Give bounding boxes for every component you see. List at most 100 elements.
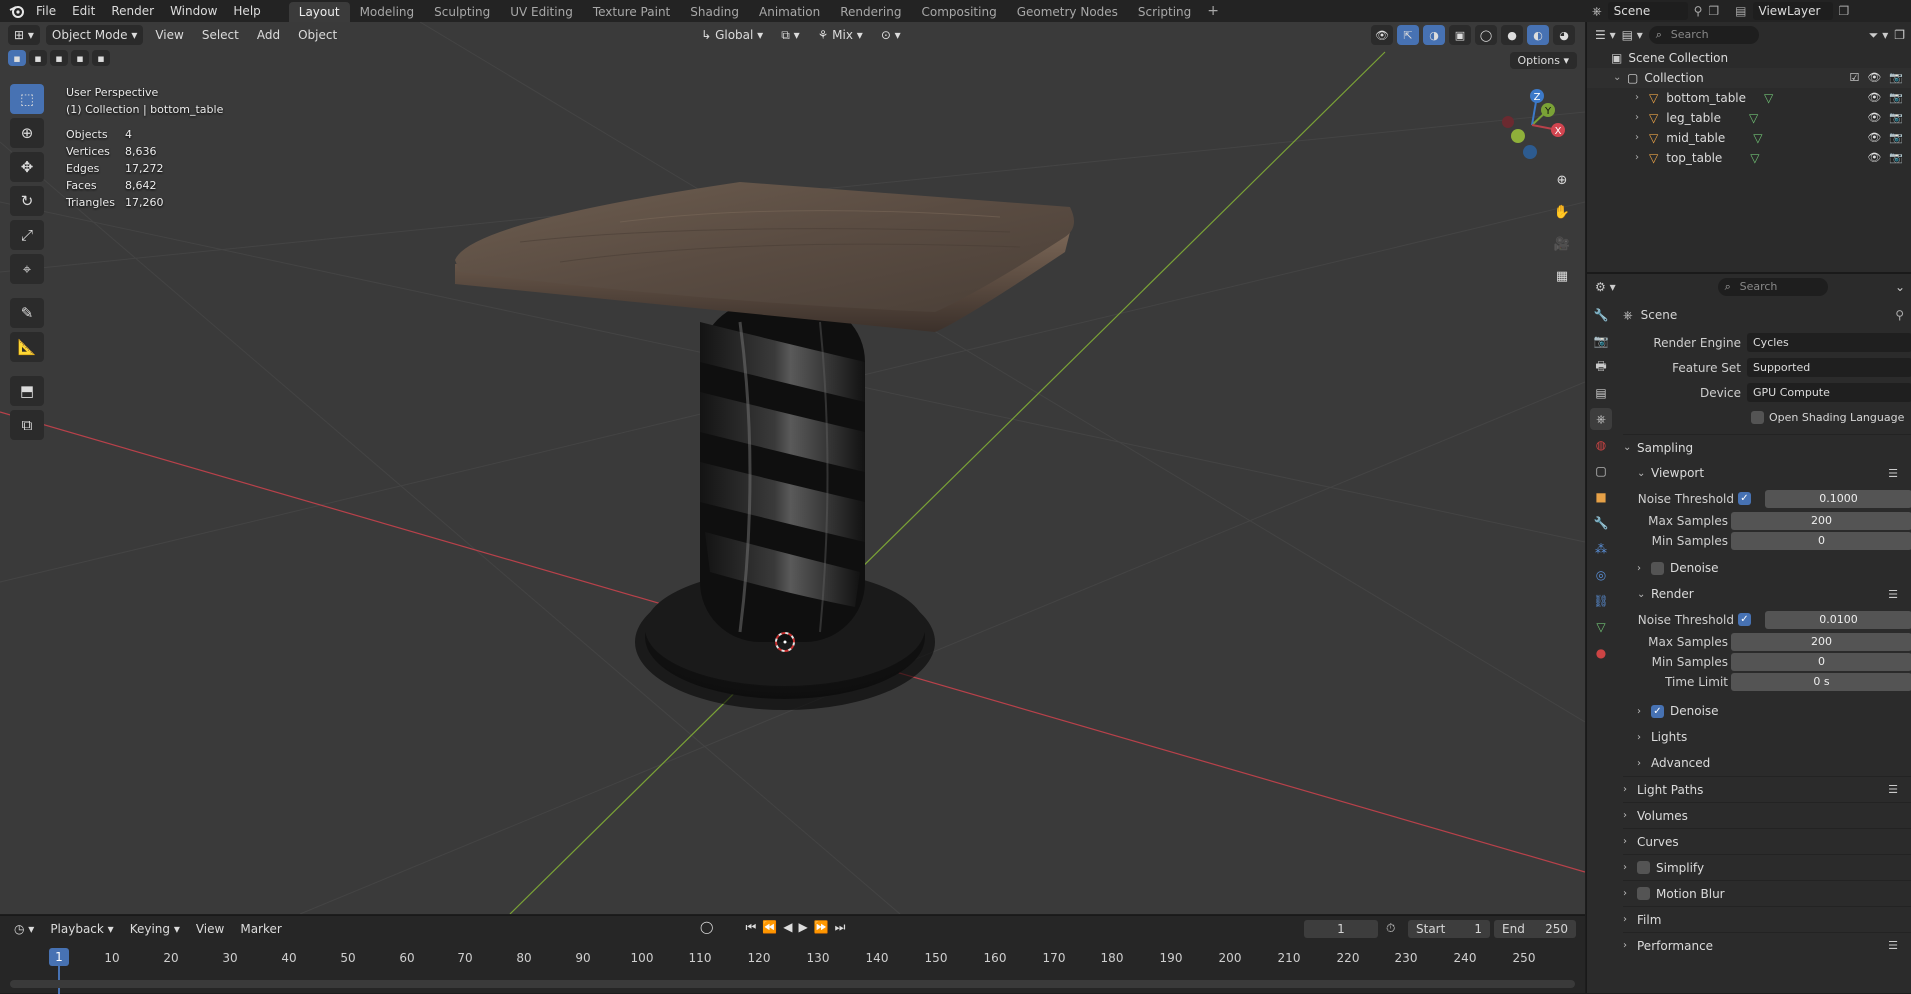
r-max-samples-field[interactable]: 200	[1731, 633, 1911, 651]
timeline-scrollbar[interactable]	[10, 980, 1575, 988]
jump-end-icon[interactable]: ⏭	[835, 920, 846, 935]
zoom-icon[interactable]: ⊕	[1550, 168, 1574, 192]
visibility-icon[interactable]: 👁	[1371, 25, 1393, 45]
visibility-eye-icon[interactable]: 👁	[1867, 68, 1881, 88]
annotate-tool-icon[interactable]: ✎	[10, 298, 44, 328]
rendered-shading-icon[interactable]: ◕	[1553, 25, 1575, 45]
new-scene-icon[interactable]: ❐	[1708, 4, 1719, 18]
advanced-subpanel-header[interactable]: › Advanced	[1623, 750, 1911, 776]
material-shading-icon[interactable]: ◐	[1527, 25, 1549, 45]
presets-list-icon[interactable]: ☰	[1888, 467, 1898, 480]
simplify-checkbox[interactable]	[1637, 861, 1650, 874]
curves-panel-header[interactable]: › Curves	[1623, 828, 1911, 854]
menu-select[interactable]: Select	[196, 25, 245, 45]
ortho-grid-icon[interactable]: ▦	[1550, 264, 1574, 288]
menu-timeline-view[interactable]: View	[190, 919, 230, 939]
menu-add[interactable]: Add	[251, 25, 286, 45]
proportional-editing-button[interactable]: ⊙ ▾	[875, 25, 907, 45]
tab-compositing[interactable]: Compositing	[911, 2, 1006, 22]
timer-icon[interactable]: ⏱	[1386, 921, 1395, 936]
viewlayer-icon[interactable]: ▤	[1735, 4, 1746, 18]
output-tab-icon[interactable]: 🖶	[1590, 356, 1612, 378]
transform-tool-icon[interactable]: ⌖	[10, 254, 44, 284]
gizmo-toggle-icon[interactable]: ⇱	[1397, 25, 1419, 45]
view-layer-tab-icon[interactable]: ▤	[1590, 382, 1612, 404]
object-expand-icon[interactable]: ›	[1635, 108, 1649, 128]
scene-icon[interactable]: ⎈	[1592, 4, 1602, 19]
jump-start-icon[interactable]: ⏮	[745, 920, 756, 935]
display-mode-icon[interactable]: ▤ ▾	[1622, 28, 1643, 42]
outliner-object-row[interactable]: › ▽ bottom_table ▽ 👁 📷	[1587, 88, 1911, 108]
tab-shading[interactable]: Shading	[680, 2, 749, 22]
render-camera-icon[interactable]: 📷	[1889, 108, 1903, 128]
auto-key-icon[interactable]: ◯	[700, 920, 713, 935]
timeline-editor-type-icon[interactable]: ◷ ▾	[8, 919, 40, 939]
pan-hand-icon[interactable]: ✋	[1550, 200, 1574, 224]
object-expand-icon[interactable]: ›	[1635, 128, 1649, 148]
properties-options-icon[interactable]: ⌄	[1895, 280, 1905, 294]
scene-collection-row[interactable]: ▣ Scene Collection	[1587, 48, 1911, 68]
add-cube-tool-icon[interactable]: ⬒	[10, 376, 44, 406]
scene-tab-icon[interactable]: ⎈	[1590, 408, 1612, 430]
device-dropdown[interactable]: GPU Compute	[1747, 383, 1911, 402]
constraints-tab-icon[interactable]: ⛓	[1590, 590, 1612, 612]
3d-viewport[interactable]: ⊞ ▾ Object Mode ▾ View Select Add Object…	[0, 22, 1585, 914]
overlay-toggle-icon[interactable]: ◑	[1423, 25, 1445, 45]
options-dropdown[interactable]: Options ▾	[1509, 52, 1577, 69]
outliner-search-input[interactable]: Search	[1648, 26, 1759, 44]
object-mode-dropdown[interactable]: Object Mode ▾	[45, 25, 144, 45]
vp-denoise-checkbox[interactable]	[1651, 561, 1664, 575]
playhead[interactable]: 1	[49, 948, 69, 966]
simplify-panel-header[interactable]: › Simplify	[1623, 854, 1911, 880]
outliner-object-row[interactable]: › ▽ mid_table ▽ 👁 📷	[1587, 128, 1911, 148]
tab-modeling[interactable]: Modeling	[350, 2, 425, 22]
transform-orientation-dropdown[interactable]: ↳ Global ▾	[695, 25, 769, 45]
visibility-eye-icon[interactable]: 👁	[1867, 88, 1881, 108]
exclude-checkbox-icon[interactable]: ☑	[1849, 68, 1859, 88]
menu-object[interactable]: Object	[292, 25, 343, 45]
prev-keyframe-icon[interactable]: ⏪	[762, 920, 777, 935]
sampling-panel-header[interactable]: ⌄ Sampling	[1623, 434, 1911, 460]
object-expand-icon[interactable]: ›	[1635, 148, 1649, 168]
presets-list-icon[interactable]: ☰	[1888, 783, 1898, 796]
move-tool-icon[interactable]: ✥	[10, 152, 44, 182]
presets-list-icon[interactable]: ☰	[1888, 588, 1898, 601]
select-box-icon[interactable]: ⬚	[10, 84, 44, 114]
xray-icon[interactable]: ▣	[1449, 25, 1471, 45]
render-camera-icon[interactable]: 📷	[1889, 68, 1903, 88]
tool-tab-icon[interactable]: 🔧	[1590, 304, 1612, 326]
presets-list-icon[interactable]: ☰	[1888, 939, 1898, 952]
r-denoise-checkbox[interactable]: ✓	[1651, 704, 1664, 718]
outliner-editor-type-icon[interactable]: ☰ ▾	[1595, 28, 1616, 42]
play-reverse-icon[interactable]: ◀	[783, 920, 792, 935]
add-workspace-button[interactable]: +	[1201, 3, 1225, 19]
volumes-panel-header[interactable]: › Volumes	[1623, 802, 1911, 828]
menu-file[interactable]: File	[28, 0, 64, 22]
menu-keying[interactable]: Keying ▾	[124, 919, 186, 939]
data-tab-icon[interactable]: ▽	[1590, 616, 1612, 638]
lights-subpanel-header[interactable]: › Lights	[1623, 724, 1911, 750]
collection-tab-icon[interactable]: ▢	[1590, 460, 1612, 482]
render-camera-icon[interactable]: 📷	[1889, 88, 1903, 108]
vp-max-samples-field[interactable]: 200	[1731, 512, 1911, 530]
particles-tab-icon[interactable]: ⁂	[1590, 538, 1612, 560]
film-panel-header[interactable]: › Film	[1623, 906, 1911, 932]
material-tab-icon[interactable]: ●	[1590, 642, 1612, 664]
motion-blur-panel-header[interactable]: › Motion Blur	[1623, 880, 1911, 906]
next-keyframe-icon[interactable]: ⏩	[814, 920, 829, 935]
performance-panel-header[interactable]: › Performance ☰	[1623, 932, 1911, 958]
wireframe-shading-icon[interactable]: ◯	[1475, 25, 1497, 45]
collection-expand-icon[interactable]: ⌄	[1613, 68, 1627, 88]
snap-dropdown[interactable]: ⚘ Mix ▾	[812, 25, 869, 45]
menu-help[interactable]: Help	[225, 0, 268, 22]
r-min-samples-field[interactable]: 0	[1731, 653, 1911, 671]
select-subtract-icon[interactable]: ▪	[50, 50, 68, 66]
menu-view[interactable]: View	[149, 25, 189, 45]
navigation-gizmo[interactable]: Y Z X	[1492, 80, 1572, 180]
new-collection-icon[interactable]: ❐	[1894, 28, 1905, 42]
outliner-object-row[interactable]: › ▽ leg_table ▽ 👁 📷	[1587, 108, 1911, 128]
extra-tool-icon[interactable]: ⧉	[10, 410, 44, 440]
tab-sculpting[interactable]: Sculpting	[424, 2, 500, 22]
outliner-object-row[interactable]: › ▽ top_table ▽ 👁 📷	[1587, 148, 1911, 168]
physics-tab-icon[interactable]: ◎	[1590, 564, 1612, 586]
